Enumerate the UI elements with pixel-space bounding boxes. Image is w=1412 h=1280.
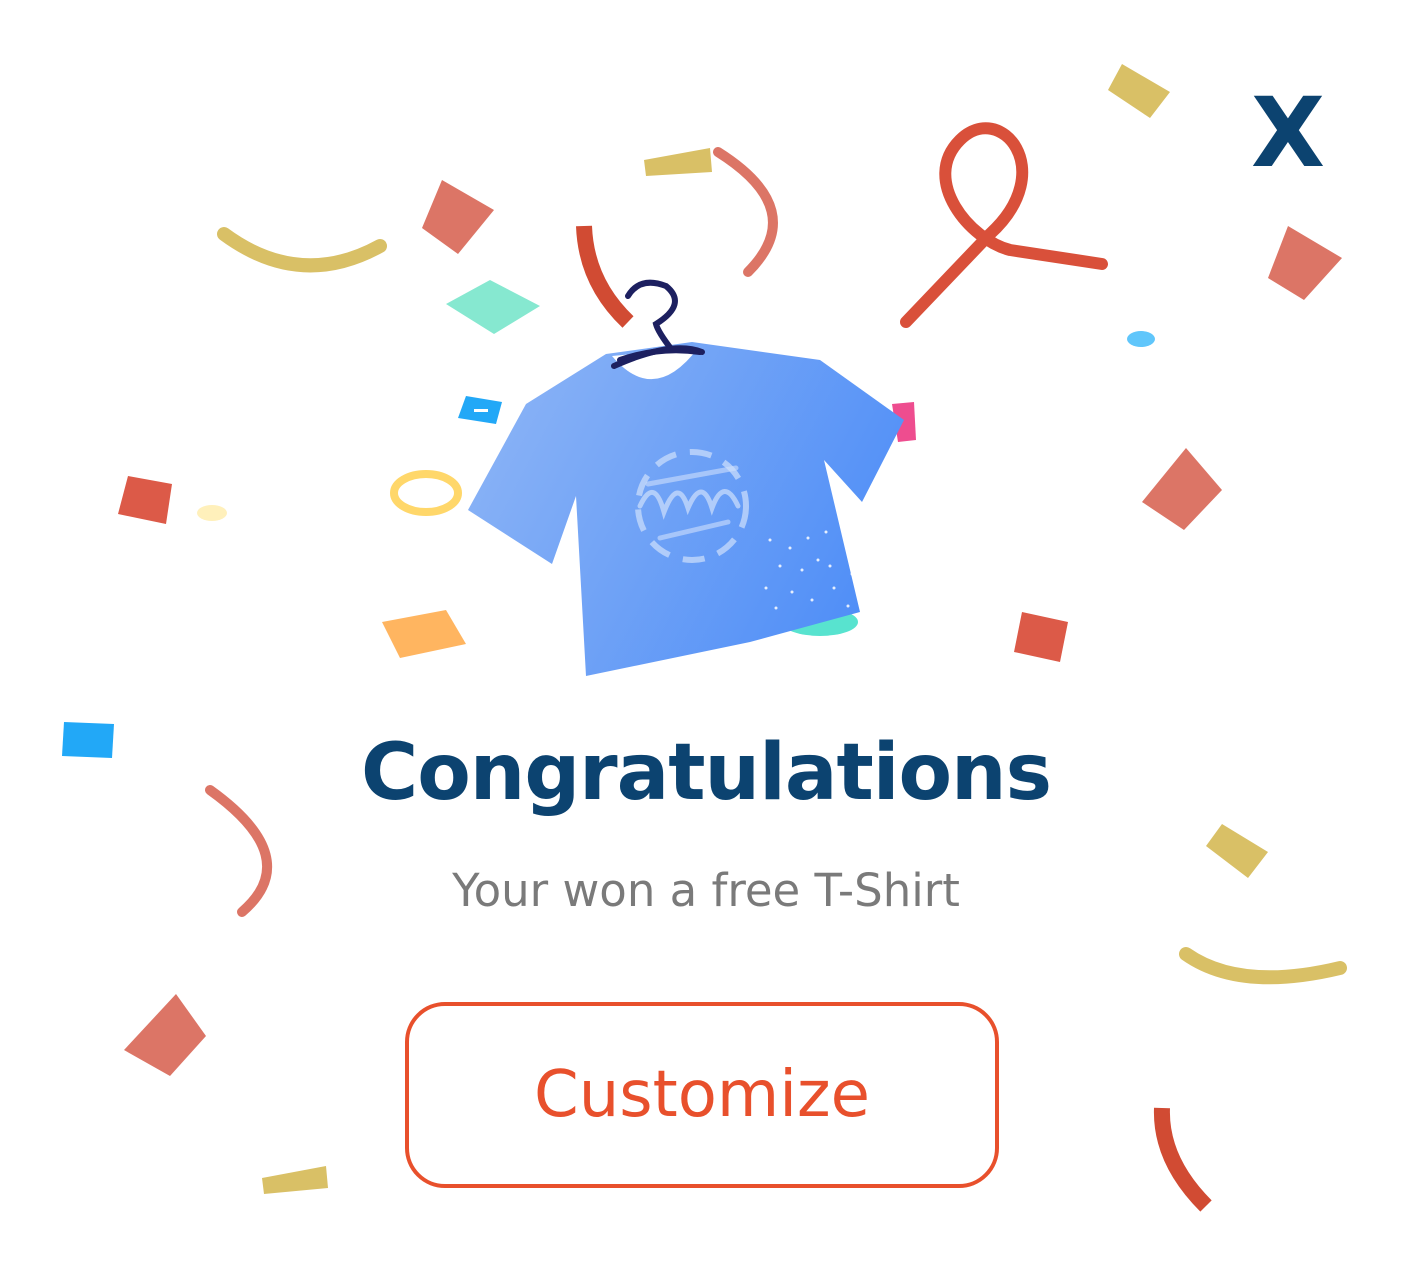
dialog-subtitle: Your won a free T-Shirt [452, 864, 960, 917]
close-icon: X [1250, 77, 1325, 189]
close-button[interactable]: X [1240, 78, 1336, 188]
congratulations-dialog: X Congratulations Your won a free T-Shir… [0, 0, 1412, 1280]
dialog-title: Congratulations [360, 728, 1052, 818]
customize-button[interactable]: Customize [405, 1002, 999, 1188]
customize-button-label: Customize [534, 1058, 870, 1132]
tshirt-on-hanger-illustration [468, 279, 916, 676]
